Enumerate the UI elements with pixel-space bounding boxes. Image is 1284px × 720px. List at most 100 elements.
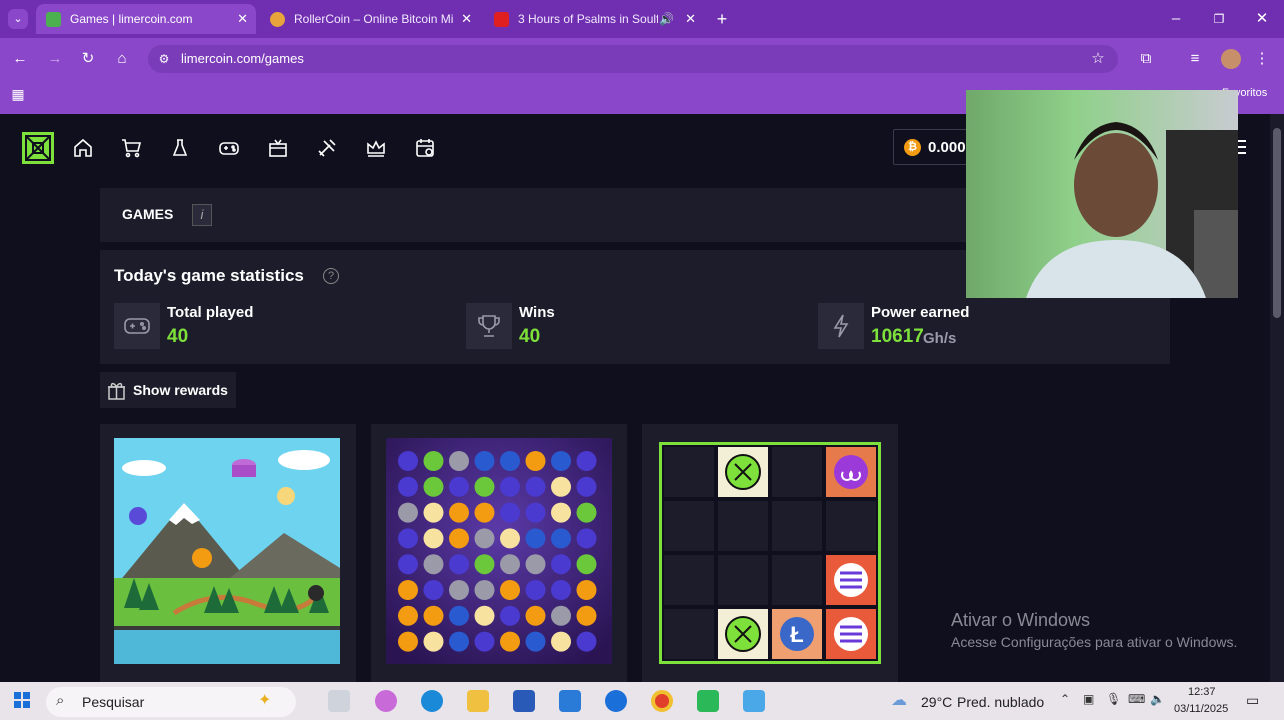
match-coin-icon: [551, 605, 571, 626]
match-coin-icon: [500, 451, 520, 471]
close-tab-icon[interactable]: ✕: [685, 11, 696, 27]
logo-icon[interactable]: [22, 132, 54, 164]
statistics-title: Today's game statistics: [114, 266, 304, 285]
tray-chevron-icon[interactable]: ⌃: [1060, 692, 1070, 706]
task-view-icon[interactable]: [328, 690, 350, 712]
match-coin-icon: [449, 554, 469, 575]
search-placeholder: Pesquisar: [82, 694, 145, 710]
cart-icon[interactable]: [116, 133, 146, 163]
extensions-icon[interactable]: ⧉: [1136, 49, 1156, 69]
match-coin-icon: [576, 476, 597, 497]
tab-youtube[interactable]: 3 Hours of Psalms in Soulfu 🔊 ✕: [484, 4, 704, 34]
bookmark-star-icon[interactable]: ☆: [1088, 49, 1108, 69]
svg-text:Ł: Ł: [790, 622, 803, 647]
help-icon[interactable]: ?: [323, 268, 339, 284]
match-coin-icon: [449, 451, 469, 471]
edge-icon[interactable]: [421, 690, 443, 712]
tab-title: RollerCoin – Online Bitcoin Mini: [294, 12, 454, 26]
match-coin-icon: [474, 605, 495, 626]
scrollbar-thumb[interactable]: [1273, 128, 1281, 318]
trophy-icon: [466, 303, 512, 349]
file-explorer-icon[interactable]: [467, 690, 489, 712]
weather-temp[interactable]: 29°C: [921, 694, 952, 710]
tab-search-icon[interactable]: ⌄: [8, 9, 28, 29]
network-icon[interactable]: ⌨: [1128, 692, 1145, 706]
media-control-icon[interactable]: ≡: [1185, 49, 1205, 69]
tray-app-icon[interactable]: ▣: [1083, 692, 1094, 706]
tab-rollercoin[interactable]: RollerCoin – Online Bitcoin Mini ✕: [260, 4, 480, 34]
profile-avatar[interactable]: [1221, 49, 1241, 69]
wins-label: Wins: [519, 304, 555, 321]
box-icon[interactable]: [263, 133, 293, 163]
match-coin-icon: [449, 476, 469, 497]
restore-icon[interactable]: ❐: [1209, 9, 1229, 29]
match-coin-icon: [525, 580, 546, 600]
minimize-icon[interactable]: –: [1166, 9, 1186, 29]
match-coin-icon: [525, 528, 546, 549]
app-blue-icon[interactable]: [743, 690, 765, 712]
microphone-icon[interactable]: 🎙: [1106, 692, 1121, 706]
chrome-menu-icon[interactable]: ⋮: [1252, 49, 1272, 69]
mail-icon[interactable]: [559, 690, 581, 712]
close-tab-icon[interactable]: ✕: [237, 11, 248, 27]
volume-icon[interactable]: 🔈: [1150, 692, 1165, 706]
match-coin-icon: [474, 580, 495, 600]
total-played-value: 40: [167, 326, 189, 347]
facebook-icon[interactable]: [605, 690, 627, 712]
bitcoin-icon: ₿: [904, 139, 921, 156]
flask-icon[interactable]: [165, 133, 195, 163]
home-browser-icon[interactable]: ⌂: [112, 49, 132, 69]
audio-playing-icon[interactable]: 🔊: [659, 12, 674, 26]
match-coin-icon: [500, 502, 520, 523]
chrome-icon[interactable]: [651, 690, 673, 712]
match-coin-icon: [398, 451, 418, 471]
info-button[interactable]: i: [192, 204, 212, 226]
apps-grid-icon[interactable]: ▦: [8, 84, 28, 104]
app-green-icon[interactable]: [697, 690, 719, 712]
forward-icon[interactable]: →: [45, 49, 65, 69]
back-icon[interactable]: ←: [10, 49, 30, 69]
limercoin-favicon-icon: [46, 11, 61, 27]
game-thumbnail-landscape[interactable]: [114, 438, 340, 664]
power-earned-label: Power earned: [871, 304, 970, 321]
match-coin-icon: [449, 528, 469, 549]
match-coin-icon: [474, 554, 495, 575]
match-coin-icon: [525, 605, 546, 626]
notifications-icon[interactable]: ▭: [1246, 692, 1259, 709]
windows-start-icon[interactable]: [14, 692, 30, 708]
site-info-icon[interactable]: ⚙: [154, 49, 174, 69]
calendar-icon[interactable]: [410, 133, 440, 163]
match-coin-icon: [423, 580, 444, 600]
match-coin-icon: [576, 451, 597, 471]
new-tab-icon[interactable]: +: [712, 9, 732, 29]
match-coin-icon: [500, 476, 520, 497]
weather-icon: ☁: [891, 692, 907, 709]
match-coin-icon: [551, 502, 571, 523]
close-tab-icon[interactable]: ✕: [461, 11, 472, 27]
store-icon[interactable]: [513, 690, 535, 712]
match-coin-icon: [576, 605, 597, 626]
clock-date[interactable]: 03/11/2025: [1174, 703, 1228, 715]
tab-title: 3 Hours of Psalms in Soulfu: [518, 12, 658, 26]
rollercoin-favicon-icon: [270, 11, 285, 27]
tools-icon[interactable]: [312, 133, 342, 163]
match-coin-icon: [423, 451, 444, 471]
game-thumbnail-2048[interactable]: Ł: [659, 442, 881, 664]
gamepad-icon[interactable]: [214, 133, 244, 163]
match-coin-icon: [500, 554, 520, 575]
url-text[interactable]: limercoin.com/games: [181, 51, 304, 66]
windows-activation-subtitle: Acesse Configurações para ativar o Windo…: [951, 634, 1238, 650]
reload-icon[interactable]: ↻: [78, 49, 98, 69]
search-icon: ⌕: [56, 692, 65, 709]
weather-desc[interactable]: Pred. nublado: [957, 694, 1044, 710]
match-coin-icon: [551, 476, 571, 497]
gamepad-stat-icon: [114, 303, 160, 349]
game-thumbnail-match[interactable]: [386, 438, 612, 664]
tab-games[interactable]: Games | limercoin.com ✕: [36, 4, 256, 34]
copilot-icon[interactable]: [375, 690, 397, 712]
crown-icon[interactable]: [361, 133, 391, 163]
close-window-icon[interactable]: ✕: [1252, 9, 1272, 29]
clock-time[interactable]: 12:37: [1188, 686, 1216, 698]
home-icon[interactable]: [68, 133, 98, 163]
power-unit: Gh/s: [923, 330, 957, 347]
